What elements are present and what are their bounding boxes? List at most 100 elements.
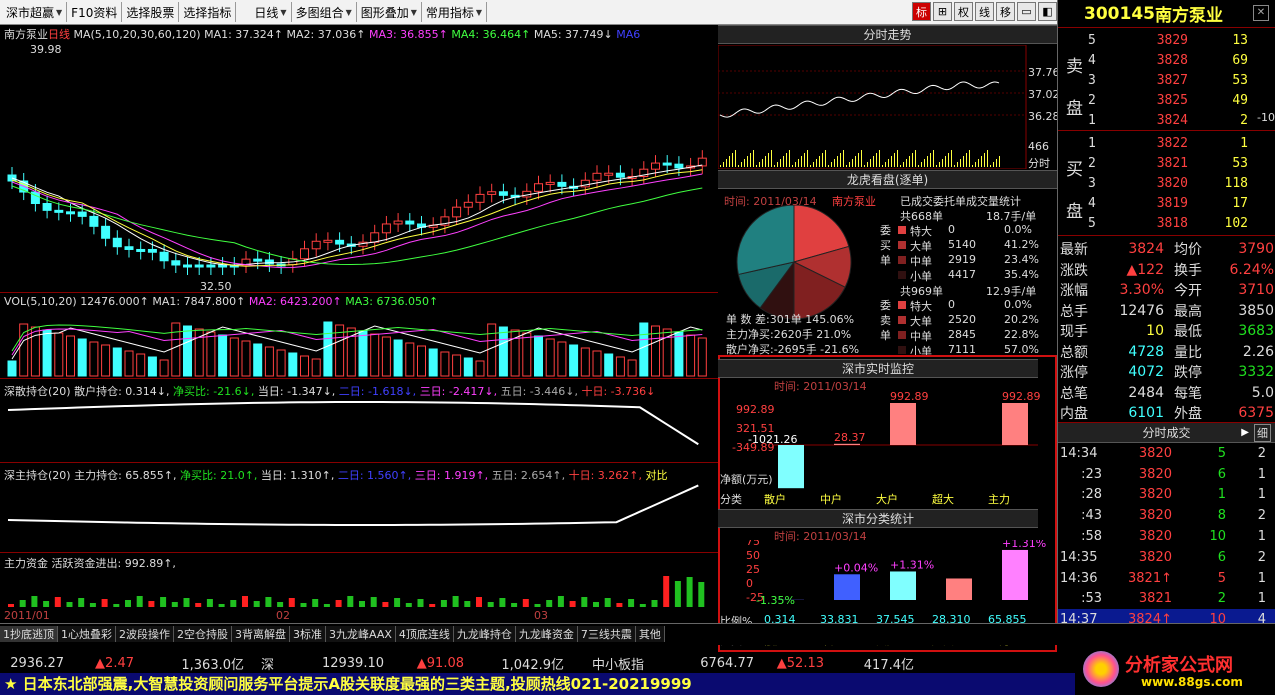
indicator-tab[interactable]: 1抄底逃顶 <box>0 626 58 642</box>
btn-line[interactable]: 线 <box>975 2 994 21</box>
volume-bar <box>487 323 497 377</box>
sell-label: 卖盘 <box>1066 46 1084 130</box>
index-value: 深 <box>260 657 274 673</box>
order-book-row[interactable]: 4 3819 17 <box>1088 193 1258 213</box>
row-volume: 4417 <box>948 268 976 281</box>
tb-multi[interactable]: 多图组合 ▼ <box>292 2 357 22</box>
flow-bar <box>487 602 494 607</box>
tb-overlay[interactable]: 图形叠加 ▼ <box>357 2 422 22</box>
sh2-g: 十日: 3.262↑, <box>568 469 643 482</box>
volume-stat-row: 特大 0 0.0% <box>898 223 1054 238</box>
btn-move[interactable]: 移 <box>996 2 1015 21</box>
indicator-tab[interactable]: 7三线共震 <box>577 626 636 642</box>
kline-panel[interactable]: 南方泵业日线 MA(5,10,20,30,60,120) MA1: 37.324… <box>0 25 718 623</box>
indicator-tab[interactable]: 九龙峰持仓 <box>453 626 516 642</box>
stats: 最新 3824 均价 3790 涨跌 ▲122 换手 6.24% 涨幅 3.30% 今开 3710 总手… <box>1058 236 1275 423</box>
indicator-tab[interactable]: 2波段操作 <box>116 626 174 642</box>
volume-bar <box>417 345 426 377</box>
order-book-row[interactable]: 2 3821 53 <box>1088 153 1258 173</box>
fs-volume-bar <box>720 165 721 167</box>
tick-volume: 5 <box>1217 570 1226 586</box>
order-book-row[interactable]: 5 3818 102 <box>1088 213 1258 233</box>
btn-grid[interactable]: ⊞ <box>933 2 952 21</box>
btn-window[interactable]: ▭ <box>1017 2 1036 21</box>
fenshi-chart[interactable] <box>718 45 1057 169</box>
indicator-tab[interactable]: 1心烛叠彩 <box>58 626 116 642</box>
candle-body <box>487 191 497 195</box>
row-volume: 5140 <box>948 238 976 251</box>
stat-label: 换手 <box>1174 262 1202 279</box>
indicator-tab[interactable]: 九龙峰资金 <box>515 626 578 642</box>
btn-side[interactable]: ◧ <box>1038 2 1057 21</box>
volume-bar <box>206 331 216 377</box>
tick-row[interactable]: :43 3820 8 2 <box>1058 505 1275 526</box>
volume-bar <box>253 343 263 377</box>
close-icon[interactable]: ✕ <box>1253 5 1269 21</box>
volume: 102 <box>1224 215 1248 231</box>
flow-bar <box>335 600 342 607</box>
tb-common[interactable]: 常用指标 ▼ <box>422 2 488 22</box>
volume: 49 <box>1232 92 1248 108</box>
stock-code: 300145 <box>1084 3 1155 24</box>
buy-label-1: 买 <box>1066 160 1083 180</box>
fs-volume-bar <box>975 162 976 167</box>
detail-button[interactable]: 细 <box>1254 423 1271 442</box>
tick-row[interactable]: :53 3821 2 1 <box>1058 589 1275 610</box>
order-book-row[interactable]: 1 3822 1 <box>1088 133 1258 153</box>
tick-row[interactable]: 14:36 3821↑ 5 1 <box>1058 568 1275 589</box>
volume-bar <box>311 358 321 377</box>
volume-bar <box>171 322 181 377</box>
fs-volume-bar <box>870 159 871 167</box>
volume-stat-row: 中单 2919 23.4% <box>898 253 1054 268</box>
tb-select-indicator[interactable]: 选择指标 <box>179 2 237 22</box>
tick-row[interactable]: :28 3820 1 1 <box>1058 485 1275 506</box>
category-label: 超大 <box>932 493 954 506</box>
order-book-row[interactable]: 1 3824 2 <box>1088 110 1258 130</box>
fs-volume-bar <box>783 156 784 167</box>
fs-volume-bar <box>825 150 826 167</box>
order-book-row[interactable]: 3 3820 118 <box>1088 173 1258 193</box>
row-volume: 2919 <box>948 253 976 266</box>
stock-title: 南方泵业 <box>1154 6 1223 26</box>
news-ticker[interactable]: ★ 日本东北部强震,大智慧投资顾问服务平台提示A股关联度最强的三类主题,投顾热线… <box>0 673 1075 695</box>
indicator-tab[interactable]: 3九龙峰AAX <box>326 626 396 642</box>
classify-change: +0.04% <box>834 561 878 574</box>
tick-row[interactable]: 14:35 3820 6 2 <box>1058 547 1275 568</box>
fs-volume-bar <box>993 162 994 167</box>
level: 4 <box>1088 195 1096 211</box>
play-icon[interactable]: ▶ <box>1241 427 1249 438</box>
indicator-tab[interactable]: 4顶底连线 <box>395 626 454 642</box>
vol-header: VOL(5,10,20) 12476.000↑ MA1: 7847.800↑ M… <box>4 295 438 308</box>
volume-bar <box>674 331 684 377</box>
tb-select-stock[interactable]: 选择股票 <box>122 2 180 22</box>
btn-mark[interactable]: 标 <box>912 2 931 21</box>
flow-bar <box>31 596 38 607</box>
tick-row[interactable]: 14:34 3820 5 2 <box>1058 443 1275 464</box>
tb-period[interactable]: 日线 ▼ <box>236 2 292 22</box>
fs-volume-bar <box>936 165 937 167</box>
tb-market[interactable]: 深市超赢 ▼ <box>2 2 68 22</box>
indicator-tab[interactable]: 2空仓持股 <box>174 626 232 642</box>
order-book-row[interactable]: 5 3829 13 <box>1088 30 1258 50</box>
order-book-row[interactable]: 3 3827 53 <box>1088 70 1258 90</box>
tb-f10[interactable]: F10资料 <box>67 2 123 22</box>
btn-right[interactable]: 权 <box>954 2 973 21</box>
indicator-tab[interactable]: 3背离解盘 <box>232 626 290 642</box>
stat-row: 涨幅 3.30% 今开 3710 <box>1058 280 1275 301</box>
sh2-c: 当日: 1.310↑, <box>260 469 335 482</box>
tick-row[interactable]: :23 3820 6 1 <box>1058 464 1275 485</box>
tick-row[interactable]: :58 3820 10 1 <box>1058 526 1275 547</box>
indicator-tab[interactable]: 3标准 <box>290 626 326 642</box>
stat-label: 总笔 <box>1060 385 1088 402</box>
flow-bar <box>160 597 167 607</box>
flow-bar <box>206 599 213 607</box>
fs-volume-bar <box>882 165 883 167</box>
tick-volume: 8 <box>1217 508 1226 524</box>
index-value: 2936.27 <box>10 655 64 671</box>
fs-volume-bar <box>963 156 964 167</box>
indicator-tab[interactable]: 其他 <box>635 626 665 642</box>
order-book-row[interactable]: 4 3828 69 <box>1088 50 1258 70</box>
tick-price: 3820 <box>1138 487 1172 503</box>
stat-label: 涨停 <box>1060 365 1088 382</box>
order-book-row[interactable]: 2 3825 49 <box>1088 90 1258 110</box>
